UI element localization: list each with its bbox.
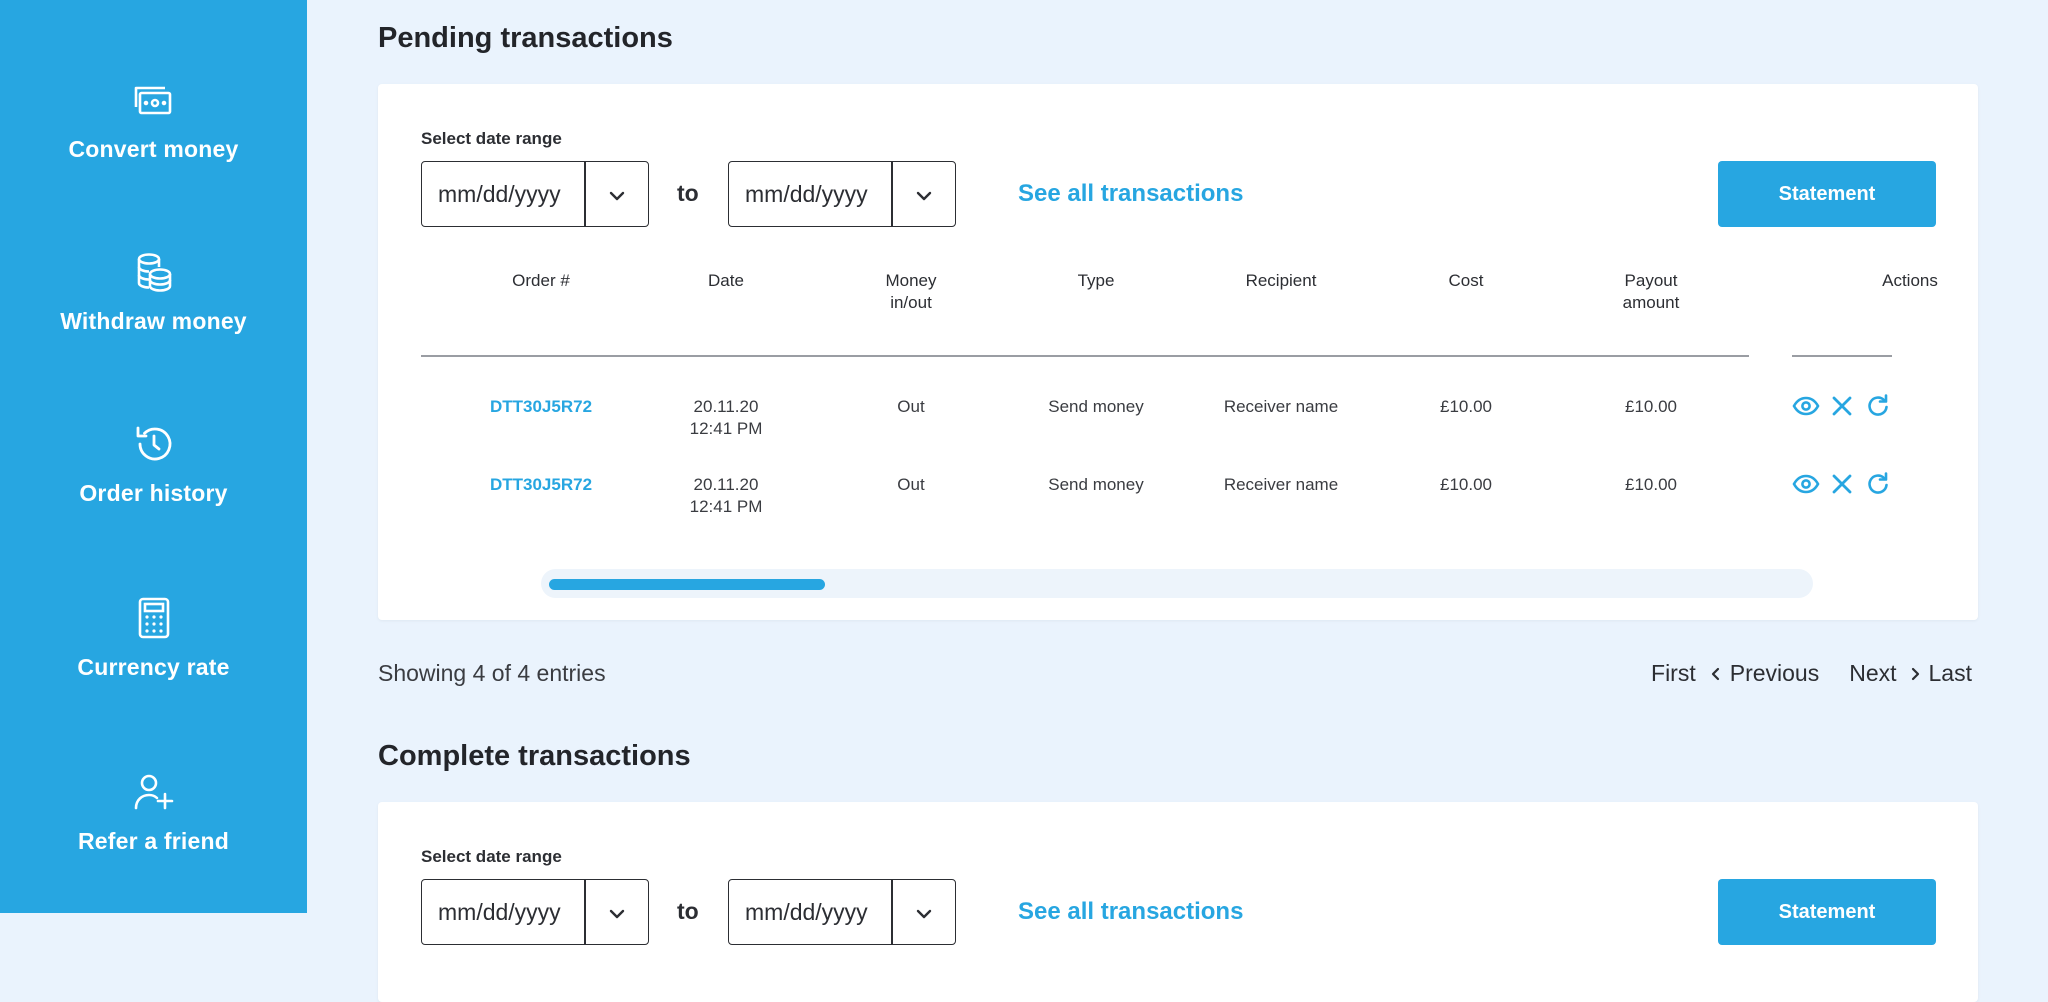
input-divider bbox=[584, 880, 586, 944]
sidebar: Convert money Withdraw money Order histo… bbox=[0, 0, 307, 913]
chevron-down-icon[interactable] bbox=[605, 902, 629, 926]
chevron-right-icon bbox=[1911, 667, 1919, 680]
refresh-icon[interactable] bbox=[1864, 470, 1892, 498]
pending-section-title: Pending transactions bbox=[378, 22, 673, 54]
input-divider bbox=[891, 880, 893, 944]
scrollbar-thumb[interactable] bbox=[549, 579, 825, 590]
from-date-input[interactable]: mm/dd/yyyy bbox=[421, 161, 649, 227]
pagination-last[interactable]: Last bbox=[1929, 660, 1972, 687]
chevron-down-icon[interactable] bbox=[912, 184, 936, 208]
column-header-money: Money in/out bbox=[841, 270, 981, 314]
chevron-down-icon[interactable] bbox=[605, 184, 629, 208]
column-header-cost: Cost bbox=[1448, 271, 1484, 290]
column-header-type: Type bbox=[1077, 271, 1115, 290]
row-date-time: 12:41 PM bbox=[689, 497, 763, 516]
pagination-next[interactable]: Next bbox=[1849, 660, 1896, 687]
statement-button[interactable]: Statement bbox=[1718, 879, 1936, 945]
row-recipient: Receiver name bbox=[1223, 475, 1339, 494]
column-header-actions: Actions bbox=[1882, 271, 1938, 290]
chevron-down-icon[interactable] bbox=[912, 902, 936, 926]
sidebar-item-label: Currency rate bbox=[77, 654, 230, 680]
eye-icon[interactable] bbox=[1792, 470, 1820, 498]
row-recipient: Receiver name bbox=[1223, 397, 1339, 416]
to-date-value: mm/dd/yyyy bbox=[745, 181, 868, 207]
complete-section-title: Complete transactions bbox=[378, 740, 691, 772]
row-date-day: 20.11.20 bbox=[693, 475, 759, 494]
to-label: to bbox=[677, 898, 699, 924]
chevron-left-icon bbox=[1711, 667, 1719, 680]
row-date: 20.11.20 12:41 PM bbox=[656, 396, 796, 440]
row-actions bbox=[1792, 470, 1892, 498]
sidebar-item-convert-money[interactable]: Convert money bbox=[0, 78, 307, 208]
pending-transactions-card: Select date range mm/dd/yyyy to mm/dd/yy… bbox=[378, 84, 1978, 620]
close-icon[interactable] bbox=[1828, 392, 1856, 420]
row-money-direction: Out bbox=[897, 397, 925, 416]
row-payout: £10.00 bbox=[1625, 475, 1677, 494]
see-all-transactions-link[interactable]: See all transactions bbox=[1018, 180, 1243, 208]
sidebar-item-label: Withdraw money bbox=[60, 308, 247, 334]
actions-header-divider bbox=[1792, 355, 1892, 357]
header-divider bbox=[421, 355, 1749, 357]
sidebar-item-withdraw-money[interactable]: Withdraw money bbox=[0, 250, 307, 380]
row-cost: £10.00 bbox=[1440, 475, 1492, 494]
horizontal-scrollbar[interactable] bbox=[541, 569, 1813, 598]
input-divider bbox=[584, 162, 586, 226]
row-money-direction: Out bbox=[897, 475, 925, 494]
entries-count: Showing 4 of 4 entries bbox=[378, 660, 606, 686]
close-icon[interactable] bbox=[1828, 470, 1856, 498]
column-header-payout: Payout amount bbox=[1581, 270, 1721, 314]
calculator-icon bbox=[138, 597, 169, 639]
column-header-date: Date bbox=[708, 271, 744, 290]
column-header-money-line1: Money bbox=[885, 271, 937, 290]
pagination-previous[interactable]: Previous bbox=[1730, 660, 1819, 687]
from-date-input[interactable]: mm/dd/yyyy bbox=[421, 879, 649, 945]
to-date-input[interactable]: mm/dd/yyyy bbox=[728, 879, 956, 945]
sidebar-item-refer-a-friend[interactable]: Refer a friend bbox=[0, 770, 307, 900]
sidebar-item-label: Convert money bbox=[68, 136, 239, 162]
from-date-value: mm/dd/yyyy bbox=[438, 181, 561, 207]
input-divider bbox=[891, 162, 893, 226]
sidebar-item-currency-rate[interactable]: Currency rate bbox=[0, 596, 307, 726]
add-user-icon bbox=[134, 774, 173, 810]
statement-button[interactable]: Statement bbox=[1718, 161, 1936, 227]
row-cost: £10.00 bbox=[1440, 397, 1492, 416]
to-date-input[interactable]: mm/dd/yyyy bbox=[728, 161, 956, 227]
order-number-link[interactable]: DTT30J5R72 bbox=[471, 474, 611, 496]
row-type: Send money bbox=[1048, 397, 1144, 416]
row-type: Send money bbox=[1048, 475, 1144, 494]
date-range-label: Select date range bbox=[421, 129, 562, 148]
column-header-payout-line1: Payout bbox=[1624, 271, 1678, 290]
order-number-link[interactable]: DTT30J5R72 bbox=[471, 396, 611, 418]
convert-money-icon bbox=[134, 86, 171, 115]
sidebar-item-label: Order history bbox=[79, 480, 228, 506]
row-payout: £10.00 bbox=[1625, 397, 1677, 416]
column-header-order: Order # bbox=[512, 271, 570, 290]
row-date-time: 12:41 PM bbox=[689, 419, 763, 438]
column-header-payout-line2: amount bbox=[1622, 293, 1680, 312]
eye-icon[interactable] bbox=[1792, 392, 1820, 420]
date-range-label: Select date range bbox=[421, 847, 562, 866]
row-actions bbox=[1792, 392, 1892, 420]
column-header-recipient: Recipient bbox=[1245, 271, 1317, 290]
history-icon bbox=[136, 426, 171, 461]
pagination-first[interactable]: First bbox=[1651, 660, 1696, 687]
row-date: 20.11.20 12:41 PM bbox=[656, 474, 796, 518]
column-header-money-line2: in/out bbox=[890, 293, 932, 312]
complete-transactions-card: Select date range mm/dd/yyyy to mm/dd/yy… bbox=[378, 802, 1978, 1002]
to-label: to bbox=[677, 180, 699, 206]
refresh-icon[interactable] bbox=[1864, 392, 1892, 420]
pagination: First Previous Next Last bbox=[1651, 660, 1972, 687]
sidebar-item-order-history[interactable]: Order history bbox=[0, 422, 307, 552]
row-date-day: 20.11.20 bbox=[693, 397, 759, 416]
see-all-transactions-link[interactable]: See all transactions bbox=[1018, 898, 1243, 926]
coins-icon bbox=[137, 253, 171, 292]
sidebar-item-label: Refer a friend bbox=[77, 828, 230, 854]
